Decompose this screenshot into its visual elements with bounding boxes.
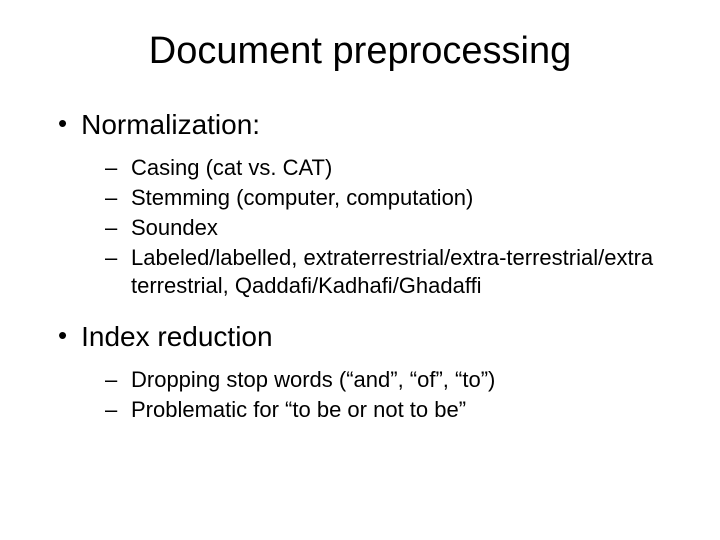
bullet-marker: •	[58, 320, 67, 350]
bullet-marker: •	[58, 108, 67, 138]
sub-item-text: Stemming (computer, computation)	[131, 184, 473, 212]
sub-item: – Stemming (computer, computation)	[105, 184, 670, 212]
sub-list-index-reduction: – Dropping stop words (“and”, “of”, “to”…	[105, 366, 670, 424]
dash-marker: –	[105, 366, 121, 394]
sub-item-text: Problematic for “to be or not to be”	[131, 396, 466, 424]
sub-item: – Soundex	[105, 214, 670, 242]
dash-marker: –	[105, 214, 121, 242]
dash-marker: –	[105, 154, 121, 182]
sub-item: – Problematic for “to be or not to be”	[105, 396, 670, 424]
sub-list-normalization: – Casing (cat vs. CAT) – Stemming (compu…	[105, 154, 670, 300]
dash-marker: –	[105, 396, 121, 424]
bullet-normalization: • Normalization:	[58, 108, 670, 142]
dash-marker: –	[105, 184, 121, 212]
sub-item: – Labeled/labelled, extraterrestrial/ext…	[105, 244, 670, 300]
dash-marker: –	[105, 244, 121, 272]
sub-item-text: Casing (cat vs. CAT)	[131, 154, 332, 182]
bullet-text: Index reduction	[81, 320, 272, 354]
sub-item: – Casing (cat vs. CAT)	[105, 154, 670, 182]
sub-item-text: Soundex	[131, 214, 218, 242]
bullet-text: Normalization:	[81, 108, 260, 142]
sub-item-text: Dropping stop words (“and”, “of”, “to”)	[131, 366, 495, 394]
sub-item-text: Labeled/labelled, extraterrestrial/extra…	[131, 244, 670, 300]
slide-title: Document preprocessing	[50, 30, 670, 73]
sub-item: – Dropping stop words (“and”, “of”, “to”…	[105, 366, 670, 394]
bullet-index-reduction: • Index reduction	[58, 320, 670, 354]
